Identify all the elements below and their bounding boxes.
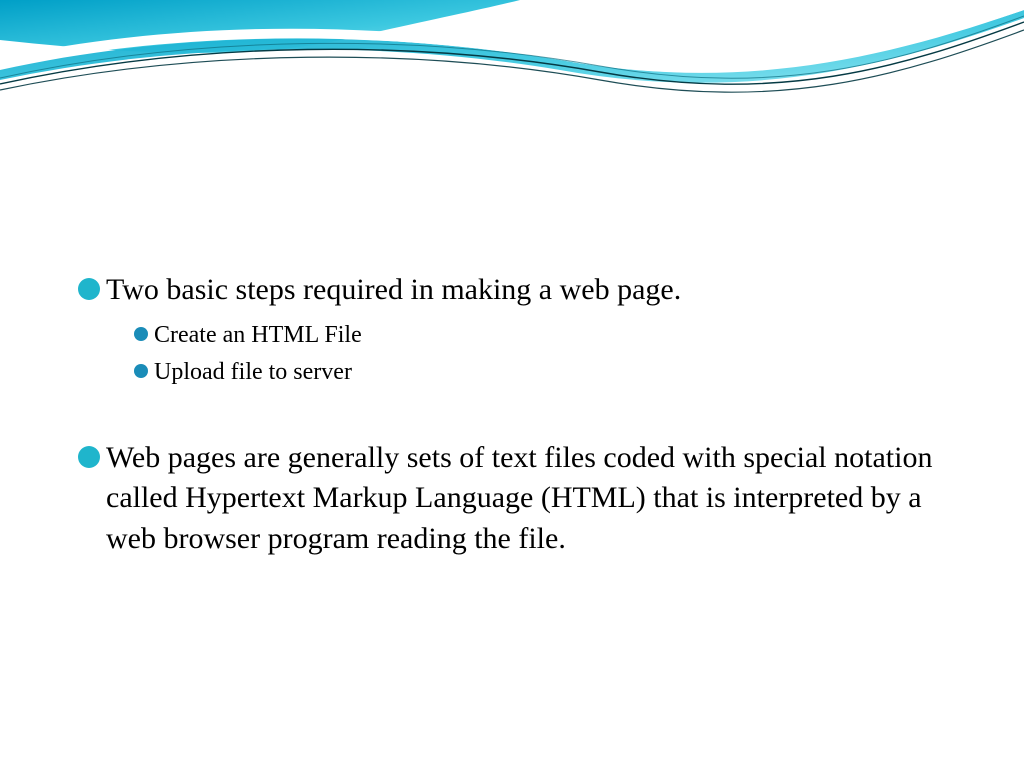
presentation-slide: Two basic steps required in making a web… xyxy=(0,0,1024,768)
bullet-item: Two basic steps required in making a web… xyxy=(78,270,958,311)
bullet-text: Two basic steps required in making a web… xyxy=(106,270,681,311)
bullet-item: Web pages are generally sets of text fil… xyxy=(78,438,958,560)
sub-bullet-text: Create an HTML File xyxy=(154,319,362,353)
bullet-icon xyxy=(78,446,100,468)
bullet-icon xyxy=(134,327,148,341)
slide-content: Two basic steps required in making a web… xyxy=(78,270,958,567)
sub-bullet-item: Upload file to server xyxy=(134,356,958,390)
sub-bullet-text: Upload file to server xyxy=(154,356,352,390)
wave-decoration xyxy=(0,0,1024,140)
sub-bullet-item: Create an HTML File xyxy=(134,319,958,353)
bullet-icon xyxy=(134,364,148,378)
bullet-text: Web pages are generally sets of text fil… xyxy=(106,438,958,560)
bullet-icon xyxy=(78,278,100,300)
